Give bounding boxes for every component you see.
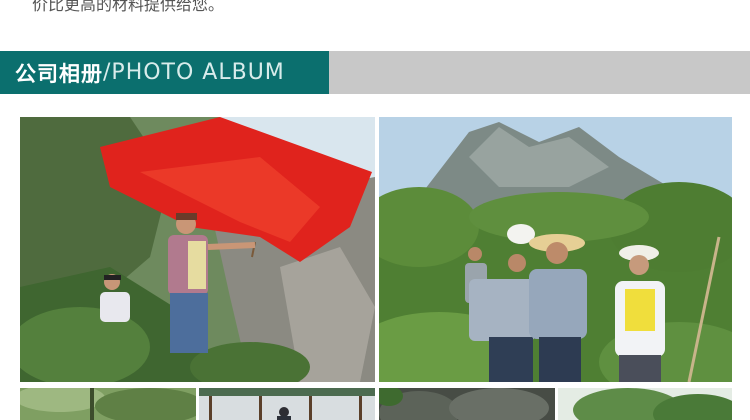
album-photo-pavilion[interactable] <box>199 388 375 420</box>
intro-text: 价比更高的材料提供给您。 <box>32 0 225 14</box>
album-photo-group-hikers[interactable] <box>379 117 732 382</box>
album-title-tab: 公司相册 / PHOTO ALBUM <box>0 51 329 94</box>
album-title-chinese: 公司相册 <box>15 61 103 86</box>
album-photo-trees[interactable] <box>558 388 732 420</box>
album-title-separator: / <box>103 60 112 85</box>
album-photo-flag-hiker[interactable] <box>20 117 375 382</box>
page: 价比更高的材料提供给您。 公司相册 / PHOTO ALBUM <box>0 0 750 420</box>
forest-trail-image <box>20 388 196 420</box>
rocks-image <box>379 388 555 420</box>
album-photo-forest-trail[interactable] <box>20 388 196 420</box>
album-section-header: 公司相册 / PHOTO ALBUM <box>0 51 750 94</box>
trees-image <box>558 388 732 420</box>
album-title-english: PHOTO ALBUM <box>111 60 285 85</box>
album-photo-rocks[interactable] <box>379 388 555 420</box>
flag-hiker-image <box>20 117 375 382</box>
group-hikers-image <box>379 117 732 382</box>
pavilion-image <box>199 388 375 420</box>
